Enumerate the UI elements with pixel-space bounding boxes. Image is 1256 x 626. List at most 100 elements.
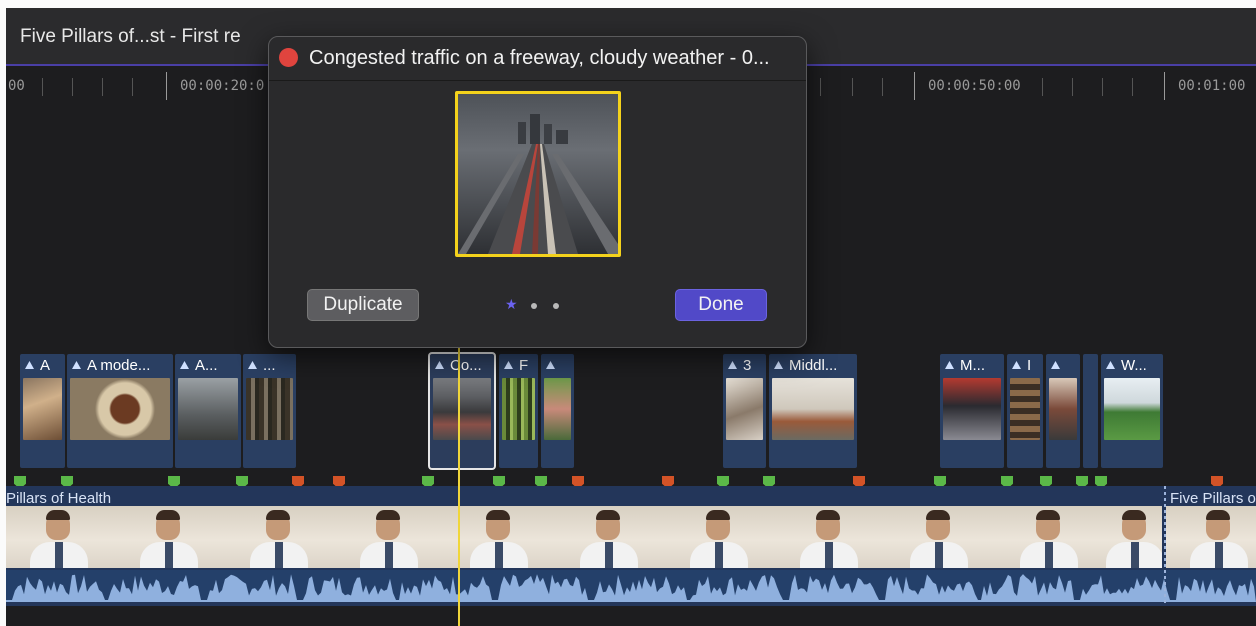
- clip-thumbnail: [433, 378, 491, 440]
- connected-clip[interactable]: M...: [940, 354, 1004, 468]
- anchor-pin-icon: [24, 358, 35, 369]
- filmstrip-frame: [226, 506, 336, 568]
- clip-name: F: [519, 357, 529, 374]
- clip-name: 3: [743, 357, 752, 374]
- clip-thumbnail: [178, 378, 238, 440]
- connected-clip[interactable]: W...: [1101, 354, 1163, 468]
- clip-boundary: [1164, 486, 1166, 606]
- clip-label: W...: [1105, 357, 1161, 374]
- duplicate-button[interactable]: Duplicate: [307, 289, 419, 321]
- primary-storyline[interactable]: Pillars of Health Five Pillars o: [6, 486, 1256, 606]
- ruler-tick: [1072, 78, 1073, 96]
- ruler-label-0: 00: [8, 78, 25, 94]
- anchor-pin-icon: [727, 358, 738, 369]
- connected-clip[interactable]: Middl...: [769, 354, 857, 468]
- page-dot[interactable]: [531, 303, 537, 309]
- variant-page-indicator[interactable]: ★: [505, 296, 575, 313]
- connected-clip[interactable]: [1083, 354, 1098, 468]
- clip-name: A mode...: [87, 357, 151, 374]
- clip-label: Middl...: [773, 357, 855, 374]
- clip-thumbnail: [1104, 378, 1160, 440]
- filmstrip-frame: [886, 506, 996, 568]
- ruler-label-20: 00:00:20:0: [180, 78, 265, 94]
- clip-label: F: [503, 357, 536, 374]
- clip-label: [545, 357, 572, 374]
- ruler-tick: [882, 78, 883, 96]
- connected-clip[interactable]: 3: [723, 354, 766, 468]
- clip-label: A: [24, 357, 63, 374]
- filmstrip-frame: [1106, 506, 1162, 568]
- ruler-tick: [1132, 78, 1133, 96]
- clip-label: I: [1011, 357, 1041, 374]
- connected-clip[interactable]: A...: [175, 354, 241, 468]
- ruler-tick: [132, 78, 133, 96]
- ruler-label-60: 00:01:00: [1178, 78, 1246, 94]
- connected-clip[interactable]: I: [1007, 354, 1043, 468]
- connected-clip[interactable]: F: [499, 354, 538, 468]
- clip-variant-popover: Congested traffic on a freeway, cloudy w…: [268, 36, 807, 348]
- ruler-tick: [42, 78, 43, 96]
- clip-name: M...: [960, 357, 985, 374]
- anchor-pin-icon: [434, 358, 445, 369]
- anchor-pin-icon: [1050, 358, 1061, 369]
- clip-thumbnail: [726, 378, 763, 440]
- clip-label: M...: [944, 357, 1002, 374]
- ruler-major-tick: [166, 72, 167, 100]
- filmstrip-frame: [666, 506, 776, 568]
- connected-clip-selected[interactable]: Co...: [428, 352, 496, 470]
- filmstrip-frame: [446, 506, 556, 568]
- connected-clip[interactable]: [1046, 354, 1080, 468]
- star-icon: ★: [505, 296, 518, 312]
- clip-label: A mode...: [71, 357, 171, 374]
- ruler-tick: [72, 78, 73, 96]
- filmstrip-frame: [6, 506, 116, 568]
- clip-thumbnail: [23, 378, 62, 440]
- clip-name: Co...: [450, 357, 482, 374]
- clip-label: [1050, 357, 1078, 374]
- clip-thumbnail: [943, 378, 1001, 440]
- anchor-pin-icon: [179, 358, 190, 369]
- playhead[interactable]: [458, 342, 460, 626]
- clip-thumbnail: [1049, 378, 1077, 440]
- connected-clip[interactable]: A mode...: [67, 354, 173, 468]
- anchor-pin-icon: [71, 358, 82, 369]
- audio-waveform: [6, 570, 1256, 602]
- ruler-tick: [1102, 78, 1103, 96]
- ruler-tick: [102, 78, 103, 96]
- connected-clip[interactable]: ...: [243, 354, 296, 468]
- ruler-tick: [1042, 78, 1043, 96]
- clip-name: W...: [1121, 357, 1147, 374]
- popover-divider: [269, 80, 806, 81]
- page-dot[interactable]: [553, 303, 559, 309]
- clip-thumbnail: [1010, 378, 1040, 440]
- anchor-pin-icon: [1105, 358, 1116, 369]
- clip-label: Co...: [434, 357, 492, 374]
- clip-name: Middl...: [789, 357, 838, 374]
- anchor-pin-icon: [1011, 358, 1022, 369]
- clip-label: 3: [727, 357, 764, 374]
- anchor-pin-icon: [247, 358, 258, 369]
- video-filmstrip: [6, 506, 1256, 568]
- connected-clip[interactable]: A: [20, 354, 65, 468]
- done-button[interactable]: Done: [675, 289, 767, 321]
- ruler-tick: [852, 78, 853, 96]
- filmstrip-frame: [996, 506, 1106, 568]
- anchor-pin-icon: [944, 358, 955, 369]
- selected-variant-preview[interactable]: [455, 91, 621, 257]
- clip-name: ...: [263, 357, 276, 374]
- anchor-pin-icon: [503, 358, 514, 369]
- clip-name: A: [40, 357, 51, 374]
- project-title[interactable]: Five Pillars of...st - First re: [20, 26, 241, 48]
- clip-name: I: [1027, 357, 1032, 374]
- ruler-major-tick: [1164, 72, 1165, 100]
- freeway-thumbnail: [458, 94, 618, 254]
- timeline-window: Five Pillars of...st - First re 00 00:00…: [6, 8, 1256, 626]
- filmstrip-frame: [116, 506, 226, 568]
- popover-title: Congested traffic on a freeway, cloudy w…: [309, 47, 770, 69]
- connected-clip[interactable]: [541, 354, 574, 468]
- close-dot-icon[interactable]: [279, 48, 298, 67]
- filmstrip-frame: [556, 506, 666, 568]
- filmstrip-frame: [1166, 506, 1256, 568]
- clip-thumbnail: [70, 378, 170, 440]
- filmstrip-frame: [776, 506, 886, 568]
